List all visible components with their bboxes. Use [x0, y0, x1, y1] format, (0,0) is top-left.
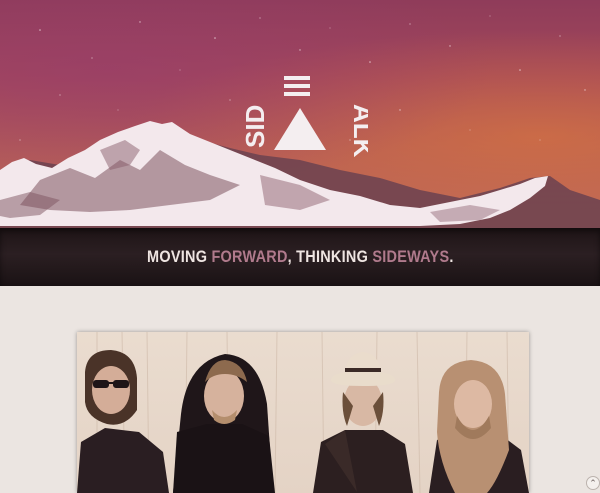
scroll-to-top-button[interactable]: ⌃ — [586, 476, 600, 490]
band-photo — [77, 332, 529, 493]
hero-banner: SID ALK — [0, 0, 600, 228]
band-member-1 — [77, 350, 169, 493]
tagline-part-forward: FORWARD — [211, 247, 288, 266]
tagline-part-sideways: SIDEWAYS — [371, 247, 450, 266]
logo-text-right: ALK — [348, 104, 368, 158]
tagline-part-moving: MOVING — [146, 247, 212, 266]
tagline: MOVING FORWARD, THINKING SIDEWAYS. — [147, 247, 454, 267]
band-member-2 — [173, 354, 275, 493]
tagline-part-period: . — [449, 247, 454, 266]
tagline-part-thinking: , THINKING — [287, 247, 372, 266]
sidewalk-logo[interactable]: SID ALK — [238, 70, 378, 160]
logo-text-left: SID — [240, 105, 270, 148]
band-member-4 — [429, 360, 529, 493]
tagline-bar: MOVING FORWARD, THINKING SIDEWAYS. — [0, 228, 600, 286]
chevron-up-icon: ⌃ — [589, 477, 597, 488]
band-member-3 — [313, 352, 413, 493]
